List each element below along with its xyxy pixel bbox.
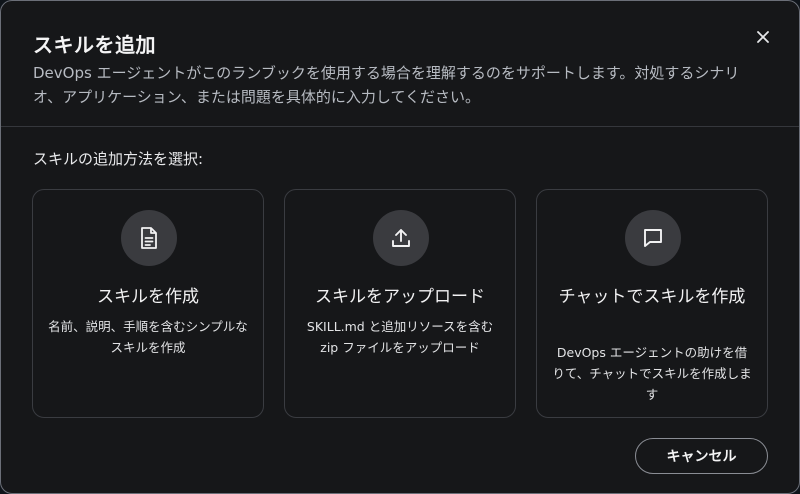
dialog-header: スキルを追加 DevOps エージェントがこのランブックを使用する場合を理解する… xyxy=(1,1,799,127)
chat-skill-card[interactable]: チャットでスキルを作成 DevOps エージェントの助けを借りて、チャットでスキ… xyxy=(536,189,768,418)
icon-badge xyxy=(625,210,681,266)
close-button[interactable] xyxy=(751,25,775,49)
document-icon xyxy=(141,227,157,249)
method-select-label: スキルの追加方法を選択: xyxy=(33,150,204,168)
card-title: スキルを作成 xyxy=(97,287,199,307)
card-description: SKILL.md と追加リソースを含む zip ファイルをアップロード xyxy=(306,319,494,355)
add-skill-dialog: スキルを追加 DevOps エージェントがこのランブックを使用する場合を理解する… xyxy=(0,0,800,494)
create-skill-card[interactable]: スキルを作成 名前、説明、手順を含むシンプルなスキルを作成 xyxy=(32,189,264,418)
card-title: チャットでスキルを作成 xyxy=(558,287,746,307)
dialog-title: スキルを追加 xyxy=(33,33,156,57)
upload-skill-card[interactable]: スキルをアップロード SKILL.md と追加リソースを含む zip ファイルを… xyxy=(284,189,516,418)
dialog-description: DevOps エージェントがこのランブックを使用する場合を理解するのをサポートし… xyxy=(33,64,740,106)
upload-icon xyxy=(392,229,410,247)
icon-badge xyxy=(373,210,429,266)
close-icon xyxy=(757,31,769,43)
chat-icon xyxy=(644,229,662,247)
card-description: 名前、説明、手順を含むシンプルなスキルを作成 xyxy=(48,319,248,355)
card-description: DevOps エージェントの助けを借りて、チャットでスキルを作成します xyxy=(552,345,752,402)
card-title: スキルをアップロード xyxy=(315,287,485,307)
icon-badge xyxy=(121,210,177,266)
cancel-button[interactable]: キャンセル xyxy=(635,438,768,474)
